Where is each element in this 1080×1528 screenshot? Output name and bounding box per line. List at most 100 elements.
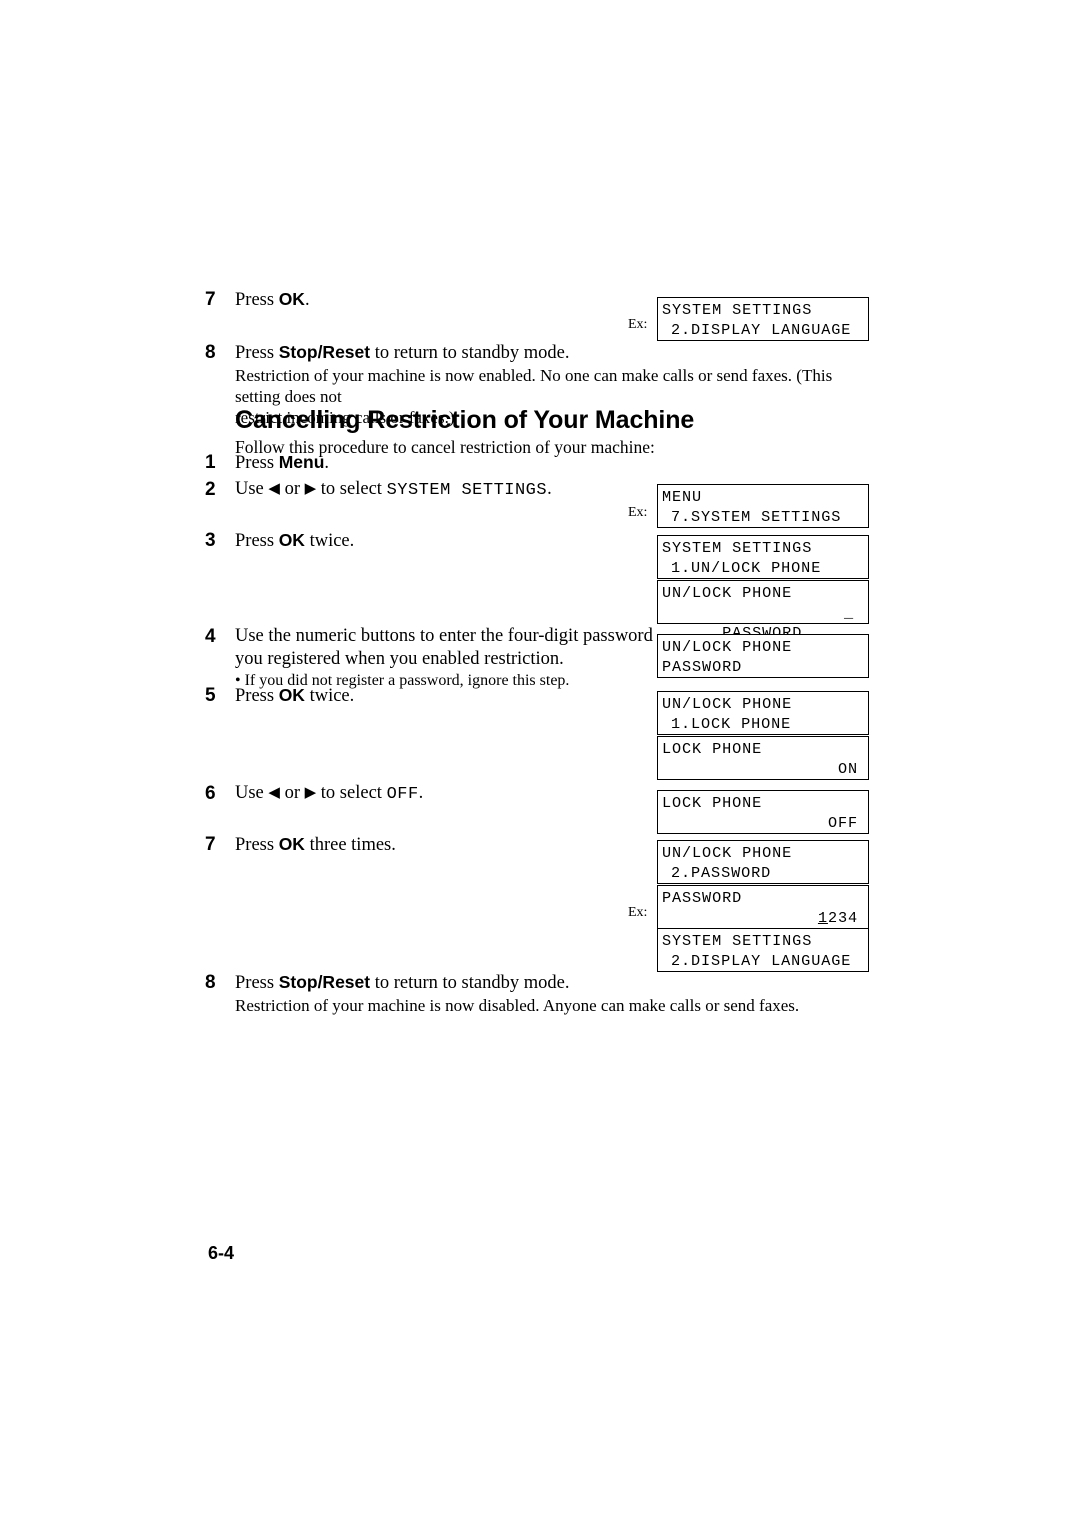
lcd-lock-phone-off: LOCK PHONE OFF bbox=[657, 790, 869, 834]
lcd-line-1: PASSWORD bbox=[662, 889, 743, 907]
step-text-after: . bbox=[324, 453, 330, 473]
lcd-line-2: 2.PASSWORD bbox=[671, 864, 772, 882]
lcd-line-1: UN/LOCK PHONE bbox=[662, 638, 793, 656]
step-7-bottom: 7 Press OK three times. bbox=[205, 833, 635, 857]
lcd-line-2: 1.UN/LOCK PHONE bbox=[671, 559, 822, 577]
key-label: Stop/Reset bbox=[278, 342, 371, 362]
step-1: 1 Press Menu. bbox=[205, 451, 635, 475]
lcd-line-1: SYSTEM SETTINGS bbox=[662, 539, 813, 557]
left-arrow-icon: ◀ bbox=[268, 481, 280, 497]
lcd-line-2: 1.LOCK PHONE bbox=[671, 715, 792, 733]
period: . bbox=[418, 783, 424, 803]
step-number: 7 bbox=[205, 834, 216, 855]
step-text-before: Press bbox=[235, 835, 279, 855]
step-text-after: to return to standby mode. bbox=[370, 343, 570, 363]
key-label: OK bbox=[278, 834, 305, 854]
step-number: 4 bbox=[205, 626, 216, 647]
use-label: Use bbox=[235, 479, 264, 499]
lcd-line-2: PASSWORD bbox=[662, 658, 743, 676]
lcd-line-2-value: ON bbox=[837, 760, 858, 778]
lcd-password-rest-digits: 234 bbox=[827, 909, 858, 927]
lcd-line-1: LOCK PHONE bbox=[662, 794, 763, 812]
key-label: OK bbox=[278, 289, 305, 309]
step-text: Use the numeric buttons to enter the fou… bbox=[235, 625, 655, 691]
step-text-before: Press bbox=[235, 343, 279, 363]
step-7-top: 7 Press OK. bbox=[205, 288, 635, 312]
step-number: 1 bbox=[205, 452, 216, 473]
step-number: 7 bbox=[205, 289, 216, 310]
lcd-unlock-phone-lock-phone: UN/LOCK PHONE 1.LOCK PHONE bbox=[657, 691, 869, 735]
lcd-line-1: UN/LOCK PHONE bbox=[662, 695, 793, 713]
step-headline: Press Stop/Reset to return to standby mo… bbox=[235, 971, 635, 995]
key-label: Stop/Reset bbox=[278, 972, 371, 992]
step-text-before: Press bbox=[235, 531, 279, 551]
step-text: Use ◀ or ▶ to select OFF. bbox=[235, 783, 424, 804]
ex-label: Ex: bbox=[628, 905, 648, 920]
lcd-system-settings-display-language-bottom: SYSTEM SETTINGS 2.DISPLAY LANGUAGE bbox=[657, 928, 869, 972]
step-number: 6 bbox=[205, 783, 216, 804]
step-8-bottom: 8 Press Stop/Reset to return to standby … bbox=[205, 971, 799, 1016]
lcd-system-settings-unlock-phone: SYSTEM SETTINGS 1.UN/LOCK PHONE bbox=[657, 535, 869, 579]
step-line-1: Use the numeric buttons to enter the fou… bbox=[235, 626, 653, 646]
step-text: Press OK twice. bbox=[235, 530, 355, 551]
target-setting: OFF bbox=[386, 785, 419, 804]
lcd-lock-phone-on: LOCK PHONE ON bbox=[657, 736, 869, 780]
lcd-line-1: UN/LOCK PHONE bbox=[662, 584, 793, 602]
ex-label: Ex: bbox=[628, 317, 648, 332]
step-text-before: Press bbox=[235, 686, 279, 706]
step-number: 2 bbox=[205, 479, 216, 500]
lcd-menu-system-settings: MENU 7.SYSTEM SETTINGS bbox=[657, 484, 869, 528]
step-headline: Press Stop/Reset to return to standby mo… bbox=[235, 341, 635, 365]
target-setting: SYSTEM SETTINGS bbox=[386, 481, 548, 500]
key-label: Menu bbox=[278, 452, 325, 472]
step-text-after: to return to standby mode. bbox=[370, 973, 570, 993]
left-arrow-icon: ◀ bbox=[268, 785, 280, 801]
manual-page: 7 Press OK. 8 Press Stop/Reset to return… bbox=[0, 0, 1080, 1528]
step-number: 8 bbox=[205, 972, 216, 993]
or-label: or bbox=[284, 479, 300, 499]
step-text-before: Press bbox=[235, 973, 279, 993]
step-text: Press OK twice. bbox=[235, 685, 355, 706]
or-label: or bbox=[284, 783, 300, 803]
right-arrow-icon: ▶ bbox=[304, 785, 317, 801]
step-text-after: twice. bbox=[304, 531, 355, 551]
step-text-after: . bbox=[304, 290, 310, 310]
lcd-line-1: LOCK PHONE bbox=[662, 740, 763, 758]
step-2: 2 Use ◀ or ▶ to select SYSTEM SETTINGS. bbox=[205, 478, 705, 502]
lcd-line-1: UN/LOCK PHONE bbox=[662, 844, 793, 862]
right-arrow-icon: ▶ bbox=[304, 481, 317, 497]
step-note-line-1: Restriction of your machine is now disab… bbox=[235, 996, 800, 1015]
step-text: Press Stop/Reset to return to standby mo… bbox=[235, 971, 799, 1016]
lcd-line-1: SYSTEM SETTINGS bbox=[662, 301, 813, 319]
step-number: 3 bbox=[205, 530, 216, 551]
step-text-before: Press bbox=[235, 290, 279, 310]
use-label: Use bbox=[235, 783, 264, 803]
select-label: to select bbox=[320, 479, 382, 499]
step-line-2: you registered when you enabled restrict… bbox=[235, 649, 564, 669]
step-number: 8 bbox=[205, 342, 216, 363]
step-4: 4 Use the numeric buttons to enter the f… bbox=[205, 625, 653, 691]
step-text: Press Menu. bbox=[235, 452, 330, 473]
lcd-line-2: 7.SYSTEM SETTINGS bbox=[671, 508, 842, 526]
lcd-password-cursor-digit: 1 bbox=[817, 909, 828, 927]
step-text-after: twice. bbox=[304, 686, 355, 706]
step-3: 3 Press OK twice. bbox=[205, 529, 635, 553]
step-6: 6 Use ◀ or ▶ to select OFF. bbox=[205, 782, 665, 806]
lcd-line-1: MENU bbox=[662, 488, 703, 506]
lcd-line-1: SYSTEM SETTINGS bbox=[662, 932, 813, 950]
page-number: 6-4 bbox=[208, 1243, 235, 1263]
lcd-unlock-phone-password-cursor: UN/LOCK PHONE PASSWORD _ bbox=[657, 580, 869, 642]
ex-label: Ex: bbox=[628, 505, 648, 520]
step-text: Press OK three times. bbox=[235, 834, 396, 855]
lcd-password-1234: PASSWORD 1234 bbox=[657, 885, 869, 929]
lcd-unlock-phone-password-menu: UN/LOCK PHONE 2.PASSWORD bbox=[657, 840, 869, 884]
period: . bbox=[547, 479, 552, 499]
lcd-system-settings-display-language-top: SYSTEM SETTINGS 2.DISPLAY LANGUAGE bbox=[657, 297, 869, 341]
key-label: OK bbox=[278, 530, 305, 550]
page-title: Cancelling Restriction of Your Machine bbox=[235, 406, 695, 434]
step-text: Use ◀ or ▶ to select SYSTEM SETTINGS. bbox=[235, 479, 552, 500]
lcd-line-2-value: OFF bbox=[827, 814, 858, 832]
lcd-line-2: 2.DISPLAY LANGUAGE bbox=[671, 321, 852, 339]
lcd-password-cursor: _ bbox=[843, 604, 854, 622]
step-note-line-1: Restriction of your machine is now enabl… bbox=[235, 366, 833, 406]
